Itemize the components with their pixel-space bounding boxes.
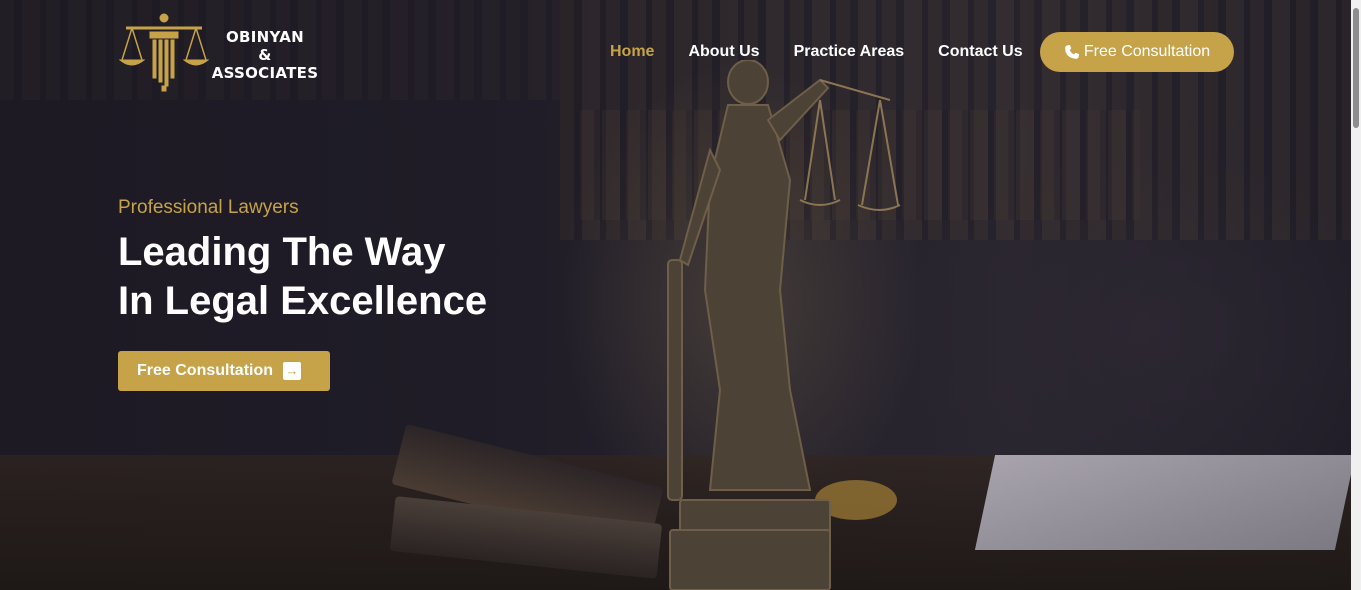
- free-consultation-hero-button[interactable]: Free Consultation →: [118, 351, 330, 391]
- hero-headline-line2: In Legal Excellence: [118, 279, 488, 323]
- lady-justice-icon: [667, 59, 901, 590]
- brand-logo[interactable]: OBINYAN & ASSOCIATES: [118, 12, 318, 92]
- free-consultation-nav-button[interactable]: Free Consultation: [1040, 32, 1234, 72]
- document-paper: [974, 455, 1351, 550]
- brand-name-line2: &: [258, 46, 272, 64]
- nav-contact-us[interactable]: Contact Us: [938, 43, 1022, 61]
- scales-pillar-icon: [118, 13, 210, 92]
- nav-home[interactable]: Home: [610, 43, 654, 61]
- brand-name-line1: OBINYAN: [225, 28, 304, 46]
- scrollbar-thumb[interactable]: [1353, 8, 1359, 128]
- hero-eyebrow: Professional Lawyers: [118, 197, 299, 218]
- page-scrollbar[interactable]: [1351, 0, 1361, 590]
- phone-icon: [1065, 45, 1079, 59]
- brand-name-line3: ASSOCIATES: [211, 64, 319, 82]
- main-nav: Home About Us Practice Areas Contact Us: [610, 32, 1057, 72]
- hero-headline: Leading The Way In Legal Excellence: [118, 228, 487, 326]
- hero-headline-line1: Leading The Way: [118, 230, 446, 274]
- nav-practice-areas[interactable]: Practice Areas: [794, 43, 905, 61]
- free-consultation-hero-label: Free Consultation: [137, 362, 274, 379]
- lady-justice-statue: [640, 59, 910, 590]
- free-consultation-nav-label: Free Consultation: [1083, 43, 1211, 60]
- arrow-right-icon: →: [283, 362, 302, 380]
- brand-name: OBINYAN & ASSOCIATES: [210, 28, 320, 82]
- nav-about-us[interactable]: About Us: [688, 43, 759, 61]
